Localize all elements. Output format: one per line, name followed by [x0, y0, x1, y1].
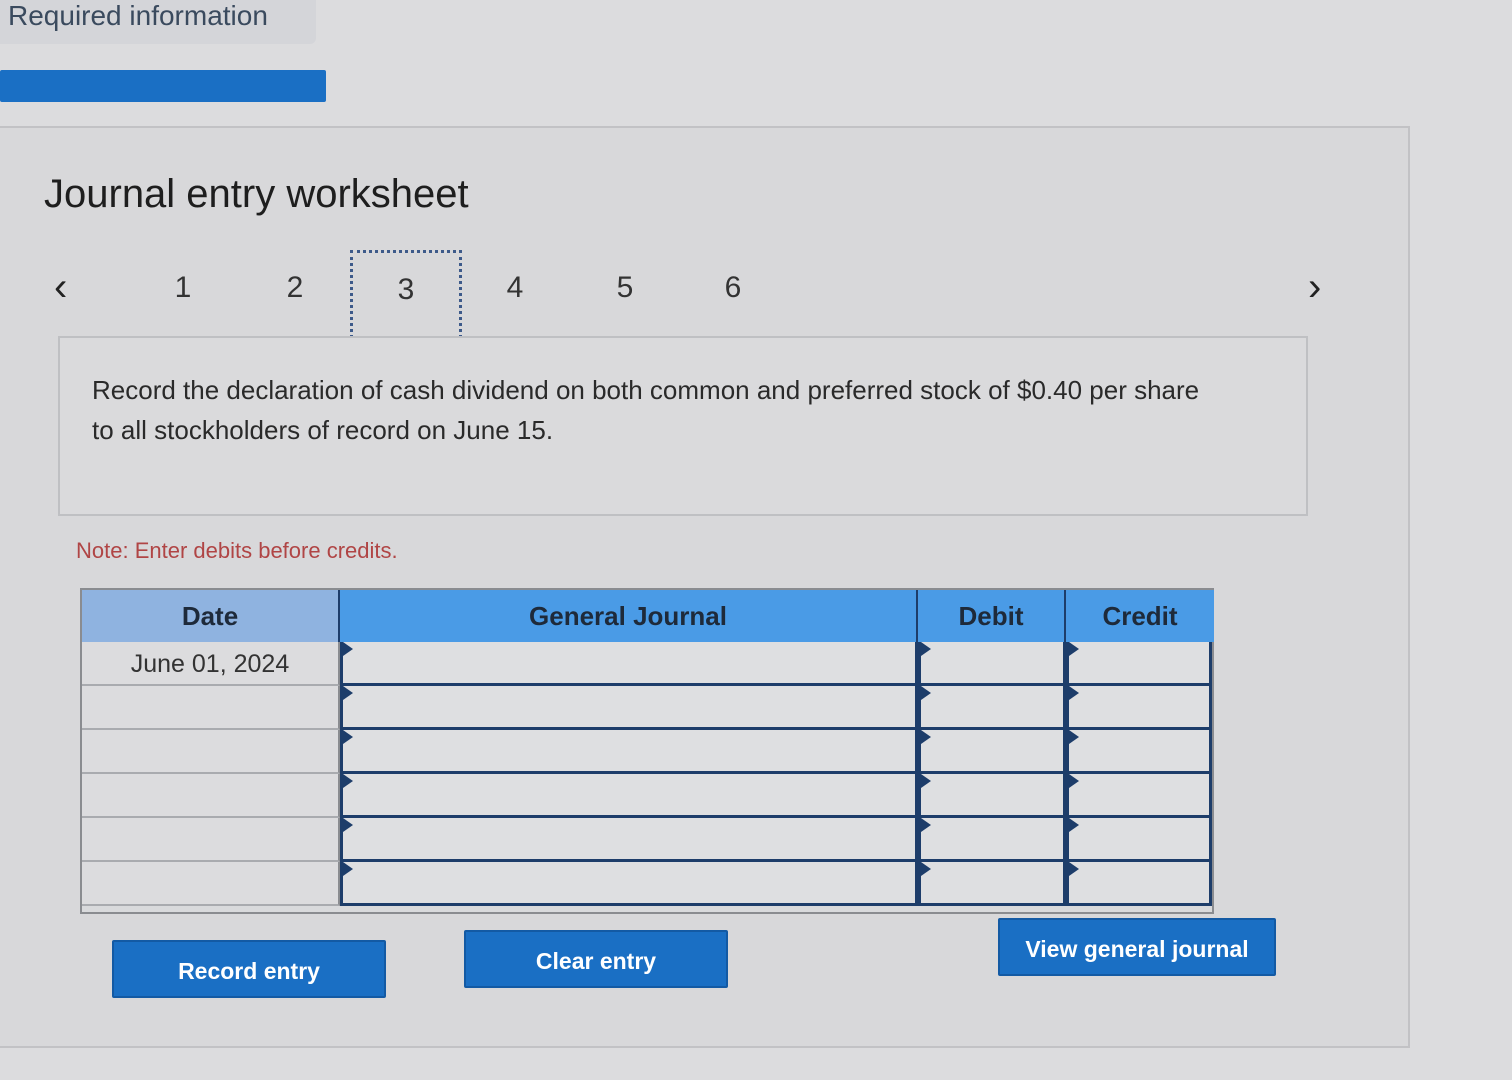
- debit-input[interactable]: [918, 642, 1066, 686]
- date-cell[interactable]: [82, 686, 340, 730]
- dropdown-arrow-icon: [1069, 818, 1079, 832]
- date-cell[interactable]: [82, 862, 340, 906]
- account-dropdown[interactable]: [340, 686, 918, 730]
- date-cell[interactable]: [82, 730, 340, 774]
- credit-input[interactable]: [1066, 686, 1212, 730]
- dropdown-arrow-icon: [1069, 774, 1079, 788]
- column-header-general-journal: General Journal: [340, 590, 918, 642]
- dropdown-arrow-icon: [921, 818, 931, 832]
- record-entry-button[interactable]: Record entry: [112, 940, 386, 998]
- step-tab-4[interactable]: 4: [490, 270, 540, 306]
- table-row: [82, 818, 1212, 862]
- table-row: [82, 730, 1212, 774]
- dropdown-arrow-icon: [343, 686, 353, 700]
- date-cell[interactable]: [82, 774, 340, 818]
- date-cell[interactable]: [82, 818, 340, 862]
- account-dropdown[interactable]: [340, 862, 918, 906]
- dropdown-arrow-icon: [343, 818, 353, 832]
- column-header-date: Date: [82, 590, 340, 642]
- debit-input[interactable]: [918, 774, 1066, 818]
- worksheet-title: Journal entry worksheet: [44, 172, 469, 216]
- table-row: [82, 862, 1212, 906]
- credit-input[interactable]: [1066, 818, 1212, 862]
- chevron-right-icon[interactable]: ›: [1308, 262, 1321, 312]
- instruction-text: Record the declaration of cash dividend …: [92, 375, 1200, 445]
- instruction-box: Record the declaration of cash dividend …: [58, 336, 1308, 516]
- debit-input[interactable]: [918, 818, 1066, 862]
- view-general-journal-button[interactable]: View general journal: [998, 918, 1276, 976]
- credit-input[interactable]: [1066, 774, 1212, 818]
- step-tab-6[interactable]: 6: [708, 270, 758, 306]
- chevron-left-icon[interactable]: ‹: [54, 262, 67, 312]
- dropdown-arrow-icon: [921, 642, 931, 656]
- account-dropdown[interactable]: [340, 818, 918, 862]
- step-tab-2[interactable]: 2: [270, 270, 320, 306]
- dropdown-arrow-icon: [343, 730, 353, 744]
- table-row: [82, 686, 1212, 730]
- step-tab-5[interactable]: 5: [600, 270, 650, 306]
- debit-input[interactable]: [918, 862, 1066, 906]
- table-row: June 01, 2024: [82, 642, 1212, 686]
- clear-entry-button[interactable]: Clear entry: [464, 930, 728, 988]
- credit-input[interactable]: [1066, 730, 1212, 774]
- account-dropdown[interactable]: [340, 774, 918, 818]
- dropdown-arrow-icon: [343, 862, 353, 876]
- step-tab-3-active[interactable]: 3: [350, 250, 462, 344]
- credit-input[interactable]: [1066, 642, 1212, 686]
- view-transaction-list-button[interactable]: [0, 70, 326, 102]
- journal-table: Date General Journal Debit Credit June 0…: [80, 588, 1214, 914]
- required-information-label: Required information: [8, 0, 268, 31]
- dropdown-arrow-icon: [921, 774, 931, 788]
- dropdown-arrow-icon: [921, 730, 931, 744]
- account-dropdown[interactable]: [340, 730, 918, 774]
- table-row: [82, 774, 1212, 818]
- credit-input[interactable]: [1066, 862, 1212, 906]
- debit-input[interactable]: [918, 730, 1066, 774]
- step-tab-1[interactable]: 1: [158, 270, 208, 306]
- dropdown-arrow-icon: [921, 862, 931, 876]
- dropdown-arrow-icon: [921, 686, 931, 700]
- dropdown-arrow-icon: [1069, 642, 1079, 656]
- dropdown-arrow-icon: [343, 642, 353, 656]
- required-information-tab[interactable]: Required information: [0, 0, 316, 44]
- column-header-credit: Credit: [1066, 590, 1214, 642]
- column-header-debit: Debit: [918, 590, 1066, 642]
- debit-input[interactable]: [918, 686, 1066, 730]
- date-cell[interactable]: June 01, 2024: [82, 642, 340, 686]
- account-dropdown[interactable]: [340, 642, 918, 686]
- dropdown-arrow-icon: [1069, 730, 1079, 744]
- dropdown-arrow-icon: [343, 774, 353, 788]
- dropdown-arrow-icon: [1069, 686, 1079, 700]
- note-text: Note: Enter debits before credits.: [76, 538, 398, 563]
- dropdown-arrow-icon: [1069, 862, 1079, 876]
